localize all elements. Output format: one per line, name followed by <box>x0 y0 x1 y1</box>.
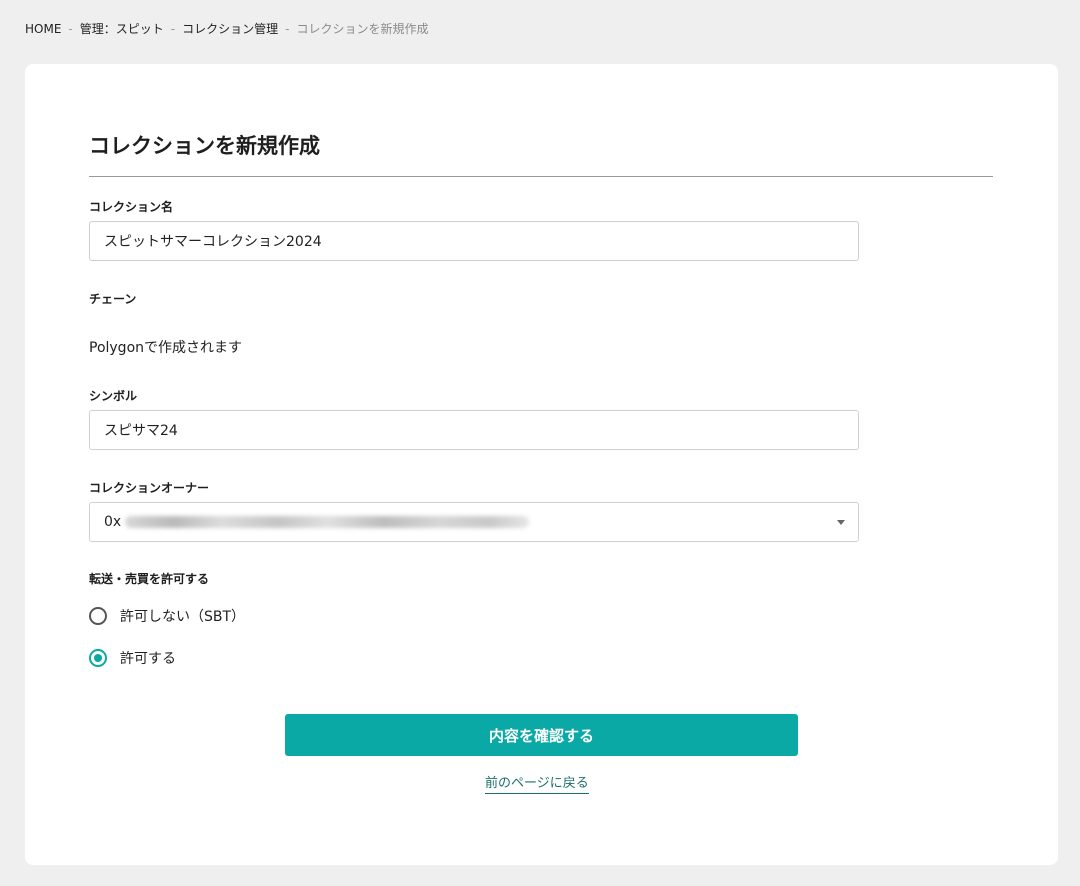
breadcrumb-current: コレクションを新規作成 <box>296 22 429 36</box>
transfer-label: 転送・売買を許可する <box>89 572 210 586</box>
owner-address-redacted <box>125 516 530 528</box>
collection-name-input[interactable]: スピットサマーコレクション2024 <box>89 221 859 261</box>
page-title: コレクションを新規作成 <box>89 134 320 158</box>
radio-option-allow-label: 許可する <box>120 651 176 667</box>
owner-value-prefix: 0x <box>104 514 122 530</box>
owner-label: コレクションオーナー <box>89 481 210 495</box>
symbol-input[interactable]: スピサマ24 <box>89 410 859 450</box>
symbol-value: スピサマ24 <box>104 423 178 439</box>
breadcrumb-separator: - <box>170 21 176 36</box>
breadcrumb-admin[interactable]: 管理：スピット <box>80 20 164 37</box>
breadcrumb-home[interactable]: HOME <box>25 22 61 36</box>
confirm-button[interactable]: 内容を確認する <box>285 714 798 756</box>
radio-checked-icon[interactable] <box>89 649 107 667</box>
back-link[interactable]: 前のページに戻る <box>485 772 589 794</box>
radio-option-allow[interactable]: 許可する <box>89 648 176 668</box>
radio-option-sbt-label: 許可しない（SBT） <box>120 609 246 625</box>
chain-text: Polygonで作成されます <box>89 340 243 356</box>
breadcrumb-separator: - <box>68 21 73 36</box>
breadcrumb-collection-management[interactable]: コレクション管理 <box>182 20 278 37</box>
title-divider <box>89 176 993 177</box>
symbol-label: シンボル <box>89 389 138 403</box>
radio-option-sbt[interactable]: 許可しない（SBT） <box>89 606 245 626</box>
collection-name-value: スピットサマーコレクション2024 <box>104 234 322 250</box>
radio-icon[interactable] <box>89 607 107 625</box>
breadcrumb: HOME - 管理：スピット - コレクション管理 - コレクションを新規作成 <box>25 20 428 37</box>
breadcrumb-separator: - <box>285 21 290 36</box>
form-card: コレクションを新規作成 コレクション名 スピットサマーコレクション2024 チェ… <box>25 64 1058 865</box>
chain-label: チェーン <box>89 292 137 306</box>
collection-name-label: コレクション名 <box>89 200 174 214</box>
owner-select[interactable]: 0x <box>89 502 859 542</box>
chevron-down-icon[interactable] <box>837 520 845 525</box>
